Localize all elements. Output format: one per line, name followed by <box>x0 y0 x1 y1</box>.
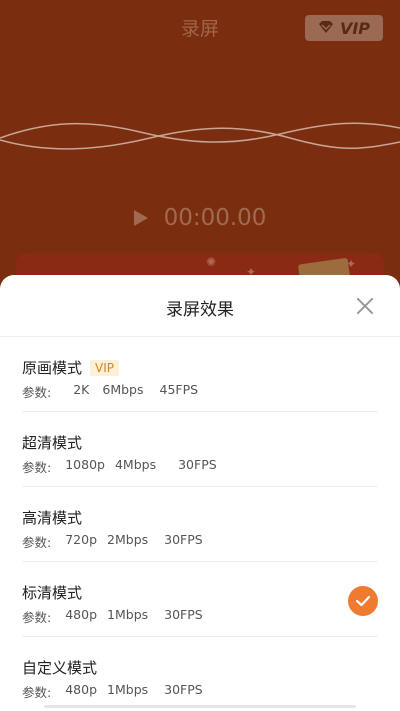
mode-name: 超清模式 <box>22 434 83 452</box>
param-fps: 30FPS <box>164 607 203 622</box>
timer-display: 00:00.00 <box>163 205 267 231</box>
mode-name: 自定义模式 <box>22 659 98 677</box>
param-bitrate: 6Mbps <box>102 382 144 397</box>
mode-name: 标清模式 <box>22 584 83 602</box>
mode-params: 参数: 1080p 4Mbps 30FPS <box>22 457 217 476</box>
param-resolution: 2K <box>73 382 90 397</box>
mode-params: 参数: 480p 1Mbps 30FPS <box>22 607 203 626</box>
param-fps: 45FPS <box>159 382 199 397</box>
mode-name: 原画模式 <box>22 359 83 377</box>
vip-button[interactable]: VIP <box>305 15 383 41</box>
mode-item-hd[interactable]: 高清模式 参数: 720p 2Mbps 30FPS <box>22 487 378 562</box>
param-resolution: 1080p <box>65 457 105 472</box>
params-label: 参数: <box>22 385 52 400</box>
params-label: 参数: <box>22 685 52 700</box>
diamond-icon <box>318 19 334 38</box>
vip-label: VIP <box>339 18 371 38</box>
mode-name: 高清模式 <box>22 509 83 527</box>
recording-quality-sheet: 录屏效果 原画模式 VIP 参数: 2K 6Mbps 45FPS 超清模式 参数… <box>0 275 400 711</box>
vip-tag: VIP <box>90 359 119 376</box>
param-resolution: 480p <box>65 607 98 622</box>
check-icon <box>348 586 378 616</box>
mode-list: 原画模式 VIP 参数: 2K 6Mbps 45FPS 超清模式 参数: 108… <box>0 337 400 711</box>
sheet-title: 录屏效果 <box>166 300 234 320</box>
sheet-header: 录屏效果 <box>0 275 400 337</box>
mode-item-original[interactable]: 原画模式 VIP 参数: 2K 6Mbps 45FPS <box>22 337 378 412</box>
mode-params: 参数: 720p 2Mbps 30FPS <box>22 532 203 551</box>
mode-item-sd[interactable]: 标清模式 参数: 480p 1Mbps 30FPS <box>22 562 378 637</box>
param-bitrate: 4Mbps <box>114 457 157 472</box>
mode-item-custom[interactable]: 自定义模式 参数: 480p 1Mbps 30FPS <box>22 637 378 711</box>
param-resolution: 720p <box>65 532 98 547</box>
params-label: 参数: <box>22 535 52 550</box>
timer-row: 00:00.00 <box>0 205 400 231</box>
home-indicator <box>44 705 356 708</box>
mode-item-ultra-hd[interactable]: 超清模式 参数: 1080p 4Mbps 30FPS <box>22 412 378 487</box>
param-resolution: 480p <box>65 682 98 697</box>
audio-waveform <box>0 122 400 150</box>
sparkle-icon: ✺ <box>206 255 217 269</box>
mode-params: 参数: 2K 6Mbps 45FPS <box>22 382 198 401</box>
params-label: 参数: <box>22 460 52 475</box>
param-fps: 30FPS <box>178 457 217 472</box>
close-icon[interactable] <box>354 295 376 317</box>
param-fps: 30FPS <box>164 532 203 547</box>
param-bitrate: 1Mbps <box>107 682 149 697</box>
param-bitrate: 1Mbps <box>107 607 149 622</box>
play-icon[interactable] <box>133 210 148 226</box>
mode-params: 参数: 480p 1Mbps 30FPS <box>22 682 203 701</box>
param-fps: 30FPS <box>164 682 203 697</box>
params-label: 参数: <box>22 610 52 625</box>
param-bitrate: 2Mbps <box>107 532 149 547</box>
